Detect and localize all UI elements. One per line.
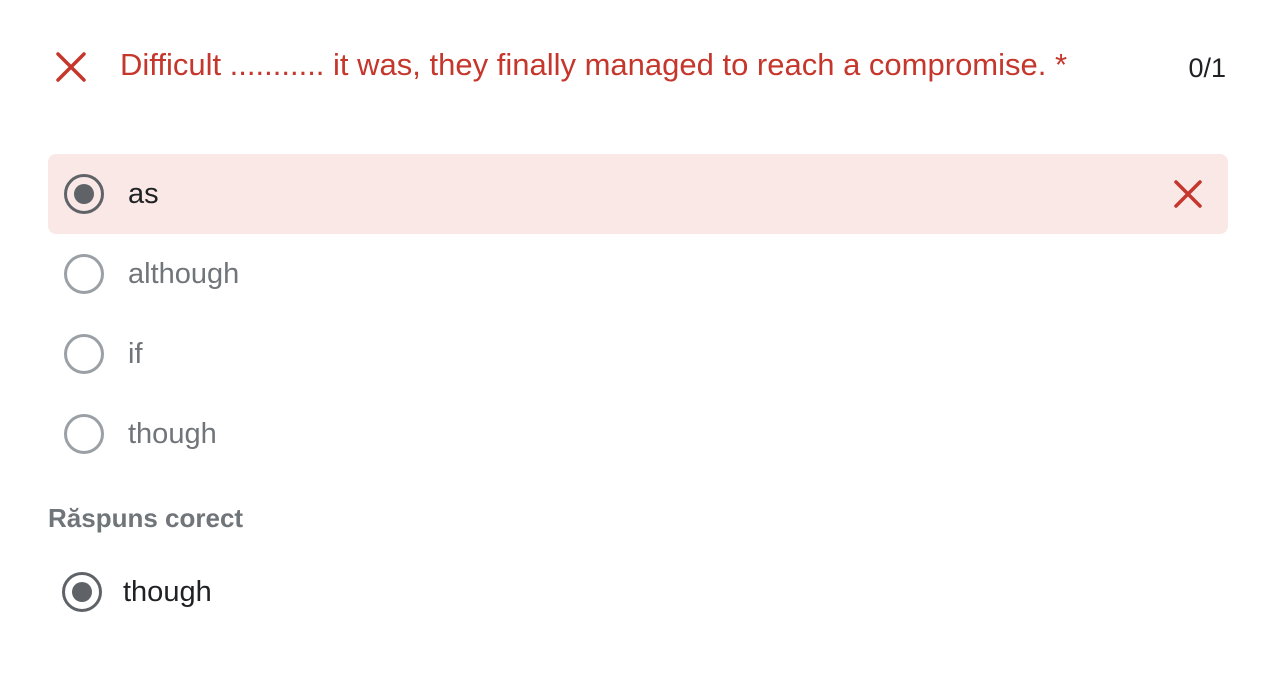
question-score: 0/1 [1188, 53, 1226, 83]
radio-button[interactable] [64, 414, 104, 454]
option-label: although [128, 258, 240, 290]
wrong-answer-close-icon [1174, 180, 1202, 208]
answer-options: as although if though [48, 154, 1228, 474]
option-label: though [128, 418, 217, 450]
correct-answer-heading: Răspuns corect [48, 503, 244, 533]
incorrect-close-icon [56, 52, 86, 82]
correct-answer-label: though [123, 576, 212, 608]
option-though[interactable]: though [48, 394, 1228, 474]
radio-button-checked[interactable] [64, 174, 104, 214]
radio-button[interactable] [64, 334, 104, 374]
radio-button-checked [62, 572, 102, 612]
radio-button[interactable] [64, 254, 104, 294]
option-label: as [128, 178, 159, 210]
option-label: if [128, 338, 143, 370]
quiz-question-card: Difficult ........... it was, they final… [0, 0, 1274, 698]
option-as[interactable]: as [48, 154, 1228, 234]
question-title: Difficult ........... it was, they final… [120, 47, 1068, 82]
option-although[interactable]: although [48, 234, 1228, 314]
correct-answer-row: though [48, 552, 648, 632]
option-if[interactable]: if [48, 314, 1228, 394]
